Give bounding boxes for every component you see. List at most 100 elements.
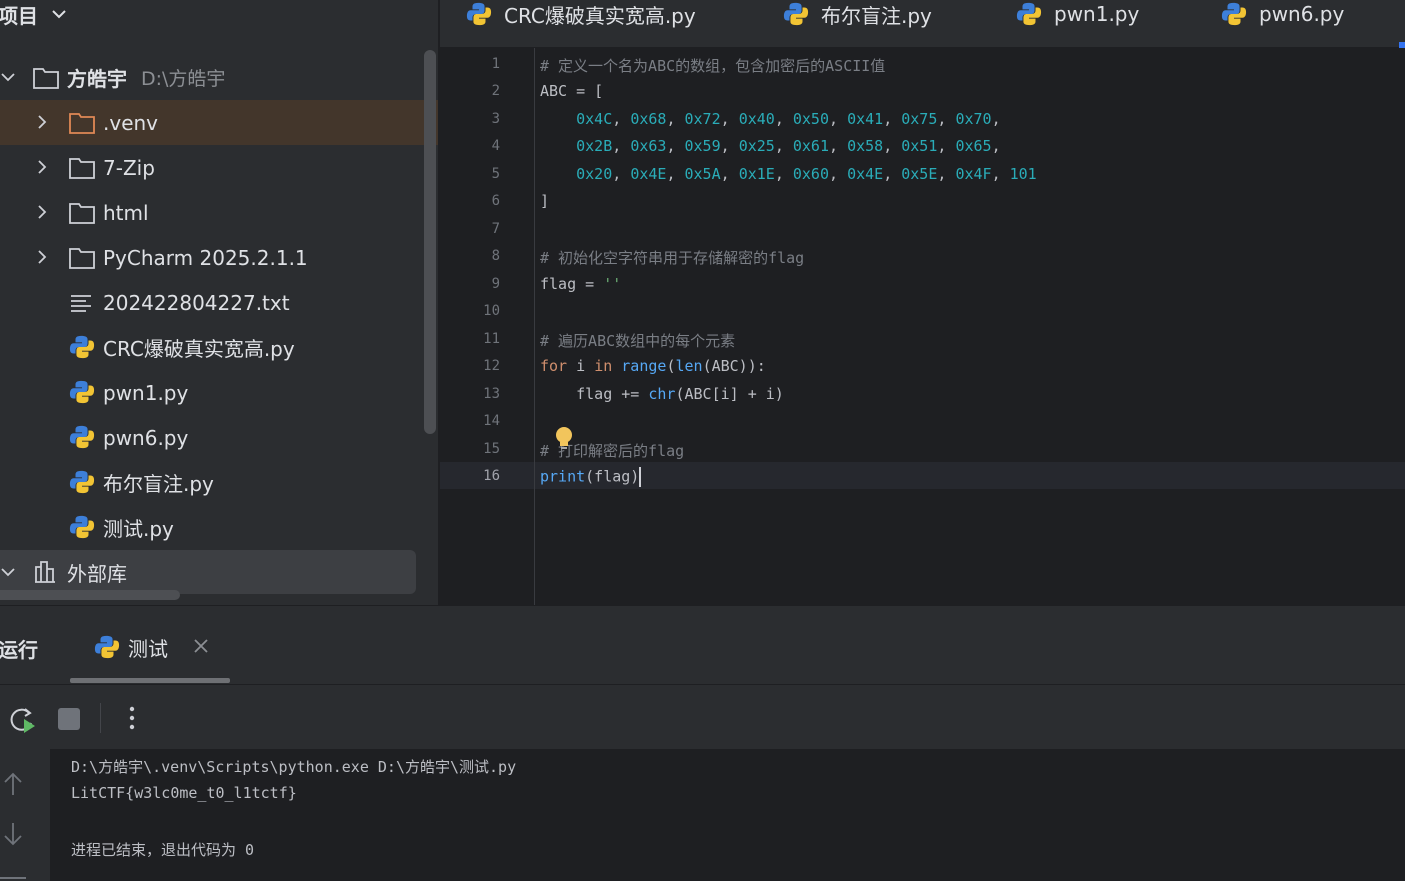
tree-item-label: 测试.py	[103, 517, 174, 541]
more-options-icon[interactable]	[120, 703, 144, 733]
code-token: flag +=	[540, 385, 649, 403]
tree-item-label: 7-Zip	[103, 155, 155, 180]
code-line: flag = ''	[540, 275, 621, 293]
console-line: 进程已结束，退出代码为 0	[71, 841, 255, 859]
line-number: 12	[483, 358, 500, 374]
tree-item-html[interactable]: html	[0, 190, 438, 235]
hex-literal: 0x61	[792, 137, 829, 155]
code-line-current: print(flag)	[540, 467, 642, 487]
code-token: flag =	[540, 275, 604, 293]
python-file-icon	[94, 635, 120, 659]
lightbulb-icon[interactable]	[554, 426, 574, 452]
tree-item-txt[interactable]: 202422804227.txt	[0, 280, 438, 325]
chevron-down-icon[interactable]	[50, 8, 68, 20]
code-editor[interactable]: 1 2 3 4 5 6 7 8 9 10 11 12 13 14 15 16 #…	[440, 48, 1405, 605]
hex-literal: 0x2B	[576, 137, 613, 155]
hex-literal: 0x4E	[847, 165, 884, 183]
rerun-icon[interactable]	[8, 705, 38, 735]
tab-bool-py[interactable]: 布尔盲注.py	[783, 0, 932, 28]
code-line: 0x4C, 0x68, 0x72, 0x40, 0x50, 0x41, 0x75…	[576, 110, 1001, 128]
line-number: 15	[483, 441, 500, 457]
folder-icon	[69, 248, 95, 269]
folder-icon	[33, 68, 59, 89]
code-line: for i in range(len(ABC)):	[540, 357, 766, 375]
python-file-icon	[69, 425, 95, 449]
project-panel-header[interactable]: 项目	[0, 0, 68, 28]
python-file-icon	[69, 380, 95, 404]
hex-literal: 0x4F	[955, 165, 992, 183]
line-number: 4	[491, 138, 500, 154]
tree-item-label: 布尔盲注.py	[103, 472, 214, 496]
tab-crc-py[interactable]: CRC爆破真实宽高.py	[466, 0, 696, 28]
line-number: 14	[483, 413, 500, 429]
console-output[interactable]: D:\方皓宇\.venv\Scripts\python.exe D:\方皓宇\测…	[50, 749, 1405, 881]
close-icon[interactable]	[193, 638, 209, 654]
tree-item-external-libraries[interactable]: 外部库	[0, 550, 416, 594]
hex-literal: 0x51	[901, 137, 938, 155]
code-line: # 定义一个名为ABC的数组，包含加密后的ASCII值	[540, 57, 886, 75]
project-horizontal-scrollbar[interactable]	[0, 590, 180, 600]
string-literal: ''	[603, 275, 622, 293]
console-gutter	[0, 749, 50, 881]
tree-item-7zip[interactable]: 7-Zip	[0, 145, 438, 190]
keyword: in	[594, 357, 613, 375]
console-line: D:\方皓宇\.venv\Scripts\python.exe D:\方皓宇\测…	[71, 758, 517, 776]
code-token: (flag)	[585, 467, 640, 486]
tab-pwn6-py[interactable]: pwn6.py	[1221, 0, 1344, 28]
python-file-icon	[1016, 2, 1042, 26]
hex-literal: 0x1E	[738, 165, 775, 183]
tree-item-crc-py[interactable]: CRC爆破真实宽高.py	[0, 325, 438, 370]
tree-item-venv[interactable]: .venv	[0, 100, 438, 145]
tree-item-pwn1-py[interactable]: pwn1.py	[0, 370, 438, 415]
stop-icon[interactable]	[58, 708, 80, 730]
tree-item-pycharm[interactable]: PyCharm 2025.2.1.1	[0, 235, 438, 280]
text-caret	[639, 467, 642, 487]
tab-pwn1-py[interactable]: pwn1.py	[1016, 0, 1139, 28]
line-number-gutter: 1 2 3 4 5 6 7 8 9 10 11 12 13 14 15 16	[440, 48, 535, 605]
hex-literal: 0x40	[738, 110, 775, 128]
line-number: 3	[491, 111, 500, 127]
tree-item-pwn6-py[interactable]: pwn6.py	[0, 415, 438, 460]
tab-label: CRC爆破真实宽高.py	[504, 3, 696, 28]
code-line: ]	[540, 192, 550, 210]
tree-item-label: 202422804227.txt	[103, 290, 290, 315]
builtin-function: range	[621, 357, 667, 375]
run-tab-label: 测试	[128, 636, 168, 661]
hex-literal: 0x60	[792, 165, 829, 183]
run-toolbar	[0, 684, 1405, 748]
chevron-right-icon[interactable]	[34, 114, 50, 130]
python-file-icon	[1221, 2, 1247, 26]
console-line: LitCTF{w3lc0me_t0_l1tctf}	[71, 784, 297, 802]
line-number: 11	[483, 331, 500, 347]
chevron-right-icon[interactable]	[34, 204, 50, 220]
tree-root-item[interactable]: 方皓宇 D:\方皓宇	[0, 55, 438, 100]
tree-item-label: CRC爆破真实宽高.py	[103, 337, 295, 361]
code-line: # 遍历ABC数组中的每个元素	[540, 332, 736, 350]
chevron-right-icon[interactable]	[34, 249, 50, 265]
tree-root-label: 方皓宇	[67, 67, 127, 91]
code-line: 0x2B, 0x63, 0x59, 0x25, 0x61, 0x58, 0x51…	[576, 137, 1001, 155]
arrow-up-icon[interactable]	[2, 771, 24, 797]
run-tab[interactable]: 测试	[94, 632, 168, 662]
project-vertical-scrollbar[interactable]	[424, 50, 436, 434]
chevron-down-icon[interactable]	[0, 69, 16, 85]
tree-item-test-py[interactable]: 测试.py	[0, 505, 438, 550]
tree-item-label: 外部库	[67, 561, 127, 586]
library-icon	[35, 561, 55, 583]
python-file-icon	[69, 515, 95, 539]
code-line: # 初始化空字符串用于存储解密的flag	[540, 249, 805, 267]
line-number: 13	[483, 386, 500, 402]
tab-label: pwn6.py	[1259, 2, 1345, 26]
run-panel: 运行 测试 D:\方皓宇\.venv\Scripts\python.exe D:…	[0, 605, 1405, 881]
chevron-right-icon[interactable]	[34, 159, 50, 175]
line-number-current: 16	[483, 468, 500, 484]
hex-literal: 0x5E	[901, 165, 938, 183]
editor-tab-bar: CRC爆破真实宽高.py 布尔盲注.py pwn1.py pwn6.py	[440, 0, 1405, 48]
excluded-folder-icon	[69, 113, 95, 134]
line-number: 1	[491, 56, 500, 72]
line-number: 10	[483, 303, 500, 319]
chevron-down-icon[interactable]	[0, 564, 16, 580]
arrow-down-icon[interactable]	[2, 821, 24, 847]
tree-item-label: pwn1.py	[103, 380, 189, 405]
tree-item-bool-py[interactable]: 布尔盲注.py	[0, 460, 438, 505]
